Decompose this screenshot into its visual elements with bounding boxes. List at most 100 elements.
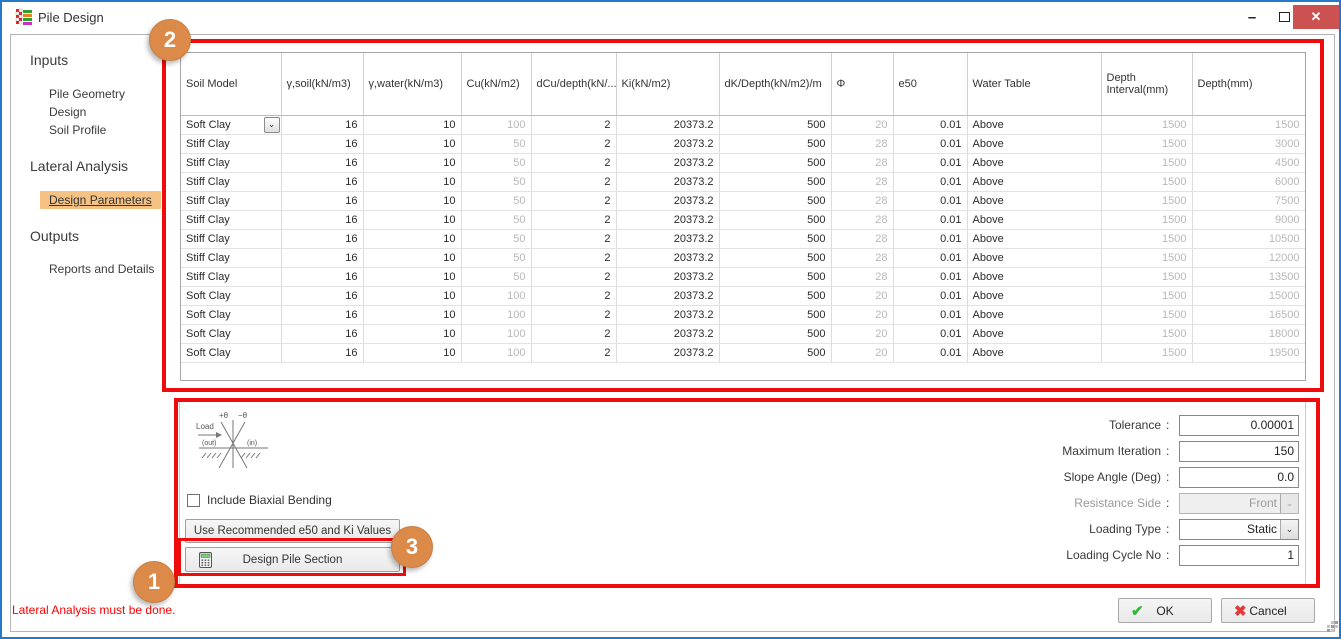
cell-cu[interactable]: 50 [461,172,531,191]
cell-depth[interactable]: 7500 [1192,191,1305,210]
cell-ki[interactable]: 20373.2 [616,153,719,172]
design-pile-section-button[interactable]: Design Pile Section [185,547,400,572]
resize-grip[interactable] [1331,625,1334,628]
cell-gamma_soil[interactable]: 16 [281,305,363,324]
cell-dcu_depth[interactable]: 2 [531,324,616,343]
cell-dcu_depth[interactable]: 2 [531,286,616,305]
cell-e50[interactable]: 0.01 [893,172,967,191]
cell-dk_depth[interactable]: 500 [719,305,831,324]
cell-dcu_depth[interactable]: 2 [531,305,616,324]
cell-dcu_depth[interactable]: 2 [531,153,616,172]
cell-depth[interactable]: 6000 [1192,172,1305,191]
cell-depth[interactable]: 10500 [1192,229,1305,248]
cell-ki[interactable]: 20373.2 [616,115,719,134]
cell-cu[interactable]: 100 [461,305,531,324]
cell-dcu_depth[interactable]: 2 [531,229,616,248]
cell-phi[interactable]: 28 [831,134,893,153]
cell-cu[interactable]: 50 [461,248,531,267]
cell-ki[interactable]: 20373.2 [616,229,719,248]
cell-gamma_soil[interactable]: 16 [281,229,363,248]
cell-depth[interactable]: 3000 [1192,134,1305,153]
cell-e50[interactable]: 0.01 [893,210,967,229]
cell-gamma_water[interactable]: 10 [363,191,461,210]
cell-water_table[interactable]: Above [967,172,1101,191]
cell-water_table[interactable]: Above [967,191,1101,210]
cell-e50[interactable]: 0.01 [893,229,967,248]
cell-phi[interactable]: 28 [831,267,893,286]
cell-dk_depth[interactable]: 500 [719,191,831,210]
cell-phi[interactable]: 20 [831,115,893,134]
cell-gamma_water[interactable]: 10 [363,324,461,343]
cell-dcu_depth[interactable]: 2 [531,248,616,267]
cell-ki[interactable]: 20373.2 [616,134,719,153]
cell-gamma_soil[interactable]: 16 [281,153,363,172]
cell-cu[interactable]: 50 [461,153,531,172]
cell-water_table[interactable]: Above [967,134,1101,153]
cell-depth[interactable]: 13500 [1192,267,1305,286]
cell-e50[interactable]: 0.01 [893,267,967,286]
cell-gamma_soil[interactable]: 16 [281,134,363,153]
cell-gamma_soil[interactable]: 16 [281,115,363,134]
cell-depth_interval[interactable]: 1500 [1101,267,1192,286]
include-biaxial-bending-checkbox[interactable] [187,494,200,507]
cell-soil_model[interactable]: Stiff Clay [181,210,281,229]
cell-dk_depth[interactable]: 500 [719,210,831,229]
cell-depth[interactable]: 16500 [1192,305,1305,324]
cell-phi[interactable]: 20 [831,286,893,305]
ok-button[interactable]: ✔ OK [1118,598,1212,623]
cell-gamma_soil[interactable]: 16 [281,248,363,267]
cell-gamma_water[interactable]: 10 [363,248,461,267]
cell-soil_model[interactable]: Soft Clay [181,324,281,343]
slope-angle-input[interactable] [1179,467,1299,488]
cell-gamma_water[interactable]: 10 [363,210,461,229]
cancel-button[interactable]: ✖ Cancel [1221,598,1315,623]
cell-cu[interactable]: 50 [461,134,531,153]
minimize-button[interactable]: – [1236,5,1268,29]
cell-gamma_water[interactable]: 10 [363,343,461,362]
cell-gamma_soil[interactable]: 16 [281,191,363,210]
cell-depth_interval[interactable]: 1500 [1101,134,1192,153]
cell-ki[interactable]: 20373.2 [616,305,719,324]
cell-soil_model[interactable]: Stiff Clay [181,153,281,172]
cell-soil_model[interactable]: Stiff Clay [181,191,281,210]
cell-e50[interactable]: 0.01 [893,134,967,153]
cell-dcu_depth[interactable]: 2 [531,134,616,153]
cell-dk_depth[interactable]: 500 [719,153,831,172]
cell-water_table[interactable]: Above [967,153,1101,172]
close-button[interactable]: ✕ [1293,5,1339,29]
column-header-e50[interactable]: e50 [893,53,967,115]
cell-ki[interactable]: 20373.2 [616,172,719,191]
sidebar-item-soil-profile[interactable]: Soil Profile [49,123,106,137]
cell-depth[interactable]: 12000 [1192,248,1305,267]
cell-dk_depth[interactable]: 500 [719,286,831,305]
cell-e50[interactable]: 0.01 [893,305,967,324]
column-header-dcu_depth[interactable]: dCu/depth(kN/... [531,53,616,115]
cell-dk_depth[interactable]: 500 [719,343,831,362]
cell-depth_interval[interactable]: 1500 [1101,172,1192,191]
cell-gamma_soil[interactable]: 16 [281,267,363,286]
cell-ki[interactable]: 20373.2 [616,210,719,229]
cell-depth_interval[interactable]: 1500 [1101,286,1192,305]
cell-water_table[interactable]: Above [967,248,1101,267]
cell-dcu_depth[interactable]: 2 [531,115,616,134]
cell-water_table[interactable]: Above [967,267,1101,286]
cell-depth_interval[interactable]: 1500 [1101,229,1192,248]
column-header-soil_model[interactable]: Soil Model [181,53,281,115]
cell-gamma_water[interactable]: 10 [363,305,461,324]
column-header-cu[interactable]: Cu(kN/m2) [461,53,531,115]
cell-cu[interactable]: 50 [461,267,531,286]
cell-ki[interactable]: 20373.2 [616,248,719,267]
cell-cu[interactable]: 100 [461,343,531,362]
cell-depth[interactable]: 15000 [1192,286,1305,305]
cell-cu[interactable]: 50 [461,191,531,210]
cell-e50[interactable]: 0.01 [893,115,967,134]
maximum-iteration-input[interactable] [1179,441,1299,462]
cell-e50[interactable]: 0.01 [893,248,967,267]
cell-e50[interactable]: 0.01 [893,343,967,362]
cell-water_table[interactable]: Above [967,115,1101,134]
cell-depth_interval[interactable]: 1500 [1101,210,1192,229]
cell-gamma_soil[interactable]: 16 [281,286,363,305]
cell-dcu_depth[interactable]: 2 [531,210,616,229]
cell-depth_interval[interactable]: 1500 [1101,324,1192,343]
cell-depth[interactable]: 18000 [1192,324,1305,343]
